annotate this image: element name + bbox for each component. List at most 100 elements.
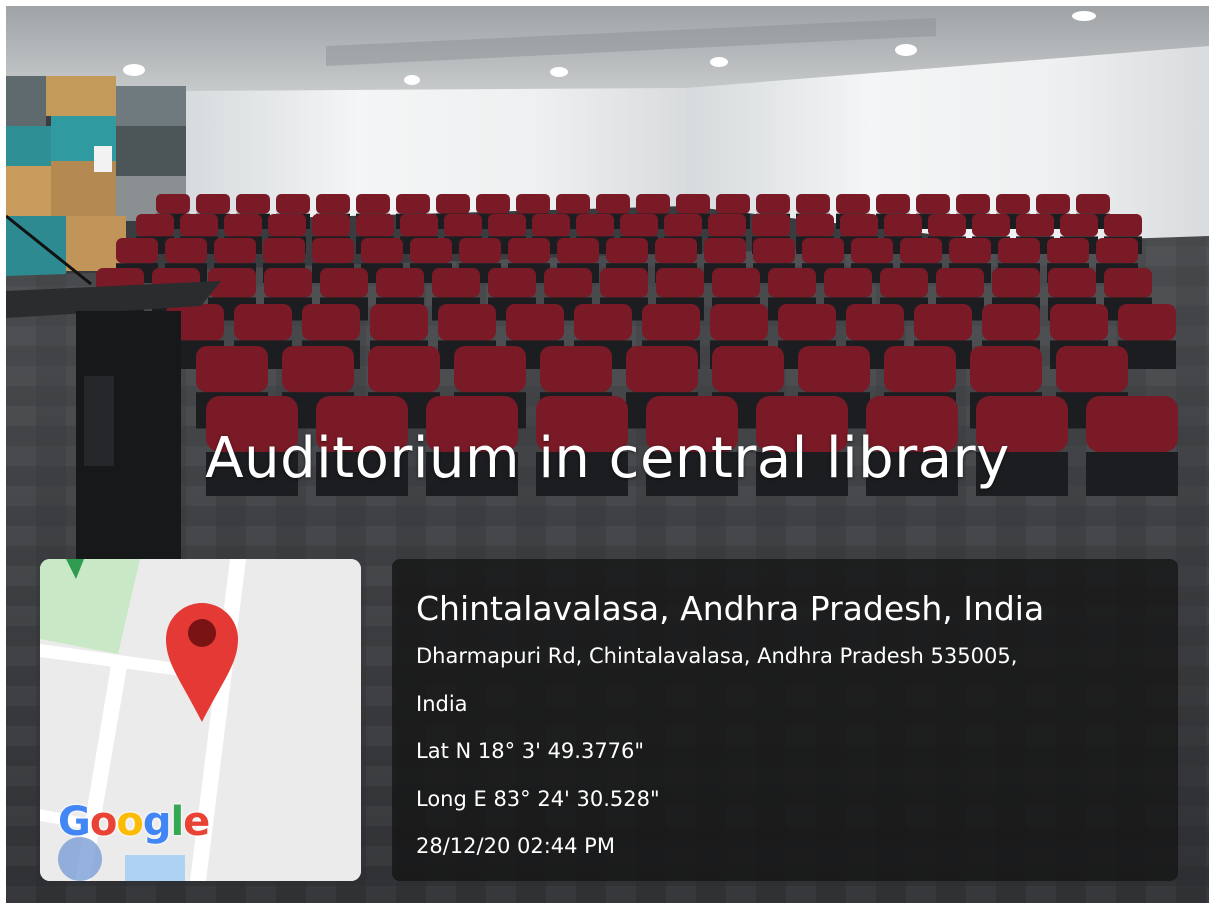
auditorium-seat [532, 214, 570, 237]
auditorium-seat [756, 194, 790, 214]
auditorium-seat [636, 194, 670, 214]
auditorium-seat [410, 238, 452, 264]
auditorium-photo: Auditorium in central library Google Chi… [6, 6, 1209, 903]
auditorium-seat [708, 214, 746, 237]
auditorium-seat [676, 194, 710, 214]
auditorium-seat [656, 268, 704, 298]
auditorium-seat [1118, 304, 1176, 341]
auditorium-seat [664, 214, 702, 237]
auditorium-seat [516, 194, 550, 214]
auditorium-seat [459, 238, 501, 264]
address-line-2: India [416, 692, 468, 716]
auditorium-seat [880, 268, 928, 298]
auditorium-seat [116, 238, 158, 264]
auditorium-seat [1047, 238, 1089, 264]
auditorium-seat [982, 304, 1040, 341]
auditorium-seat [626, 346, 698, 393]
auditorium-seat [312, 214, 350, 237]
google-logo-letter: e [183, 799, 210, 845]
auditorium-seat [444, 214, 482, 237]
auditorium-seat [851, 238, 893, 264]
auditorium-seat [302, 304, 360, 341]
datetime-text: 28/12/20 02:44 PM [416, 834, 615, 858]
auditorium-seat [156, 194, 190, 214]
auditorium-seat [396, 194, 430, 214]
auditorium-seat [356, 214, 394, 237]
auditorium-seat [540, 346, 612, 393]
auditorium-seat [320, 268, 368, 298]
auditorium-seat [234, 304, 292, 341]
auditorium-seat [361, 238, 403, 264]
auditorium-seat [454, 346, 526, 393]
auditorium-seat [840, 214, 878, 237]
auditorium-seat [655, 238, 697, 264]
auditorium-seat [476, 194, 510, 214]
map-thumbnail[interactable]: Google [40, 559, 361, 881]
auditorium-seat [136, 214, 174, 237]
auditorium-seat [574, 304, 632, 341]
auditorium-seat [224, 214, 262, 237]
auditorium-seat [400, 214, 438, 237]
auditorium-seat [196, 346, 268, 393]
google-logo-letter: o [116, 799, 144, 845]
auditorium-seat [710, 304, 768, 341]
auditorium-seat [606, 238, 648, 264]
auditorium-seat [1056, 346, 1128, 393]
auditorium-seat [436, 194, 470, 214]
auditorium-seat [1016, 214, 1054, 237]
auditorium-seat [642, 304, 700, 341]
auditorium-seat [884, 214, 922, 237]
auditorium-seat [432, 268, 480, 298]
auditorium-seat [196, 194, 230, 214]
auditorium-seat [165, 238, 207, 264]
auditorium-seat [370, 304, 428, 341]
auditorium-seat [376, 268, 424, 298]
auditorium-seat [268, 214, 306, 237]
longitude-text: Long E 83° 24' 30.528" [416, 787, 660, 811]
auditorium-seat [900, 238, 942, 264]
auditorium-seat [970, 346, 1042, 393]
latitude-text: Lat N 18° 3' 49.3776" [416, 739, 645, 763]
location-title: Chintalavalasa, Andhra Pradesh, India [416, 589, 1045, 628]
auditorium-seat [1104, 214, 1142, 237]
auditorium-seat [180, 214, 218, 237]
auditorium-seat [557, 238, 599, 264]
auditorium-seat [508, 238, 550, 264]
auditorium-seat [282, 346, 354, 393]
auditorium-seat [236, 194, 270, 214]
auditorium-seat [916, 194, 950, 214]
auditorium-seat [712, 268, 760, 298]
auditorium-seat [802, 238, 844, 264]
auditorium-seat [752, 214, 790, 237]
geotag-info-panel: Chintalavalasa, Andhra Pradesh, India Dh… [392, 559, 1178, 881]
auditorium-seat [600, 268, 648, 298]
auditorium-seat [506, 304, 564, 341]
auditorium-seat [1060, 214, 1098, 237]
auditorium-seat [936, 268, 984, 298]
auditorium-seat [704, 238, 746, 264]
auditorium-seat [753, 238, 795, 264]
auditorium-seat [876, 194, 910, 214]
auditorium-seat [778, 304, 836, 341]
auditorium-seat [312, 238, 354, 264]
auditorium-seat [1036, 194, 1070, 214]
google-logo-letter: G [58, 799, 91, 845]
auditorium-seat [556, 194, 590, 214]
auditorium-seat [996, 194, 1030, 214]
auditorium-seat [1050, 304, 1108, 341]
auditorium-seat [998, 238, 1040, 264]
auditorium-seat [316, 194, 350, 214]
google-logo: Google [58, 799, 210, 845]
address-line-1: Dharmapuri Rd, Chintalavalasa, Andhra Pr… [416, 644, 1018, 668]
google-logo-letter: g [142, 799, 172, 845]
auditorium-seat [914, 304, 972, 341]
auditorium-seat [1104, 268, 1152, 298]
auditorium-seat [596, 194, 630, 214]
auditorium-seat [798, 346, 870, 393]
auditorium-seat [768, 268, 816, 298]
auditorium-seat [796, 214, 834, 237]
auditorium-seat [214, 238, 256, 264]
auditorium-seat [488, 268, 536, 298]
auditorium-seat [438, 304, 496, 341]
google-logo-letter: o [89, 799, 118, 845]
